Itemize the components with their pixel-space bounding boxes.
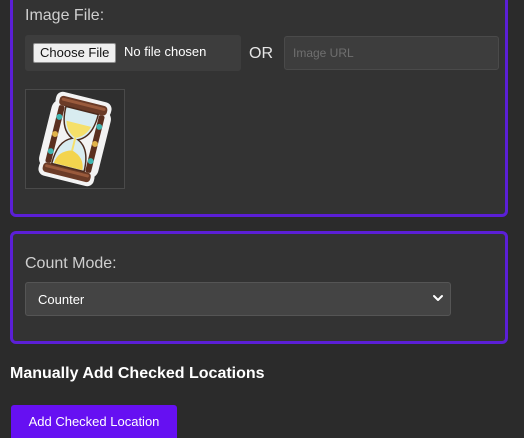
or-separator: OR [249, 45, 273, 62]
count-mode-label: Count Mode: [25, 255, 117, 272]
image-url-input[interactable] [284, 36, 499, 70]
manual-checks-heading: Manually Add Checked Locations [10, 365, 265, 382]
image-file-panel: Image File: Choose File No file chosen O… [10, 0, 508, 217]
count-mode-panel: Count Mode: Counter [10, 231, 508, 344]
file-status-text: No file chosen [124, 44, 207, 59]
file-input[interactable]: Choose File No file chosen [25, 35, 241, 71]
choose-file-button[interactable]: Choose File [33, 43, 117, 63]
hourglass-icon [38, 91, 112, 187]
count-mode-selected-value: Counter [38, 292, 85, 307]
image-file-label: Image File: [25, 7, 105, 24]
image-preview [25, 89, 125, 189]
add-checked-location-button[interactable]: Add Checked Location [11, 405, 177, 438]
count-mode-select[interactable]: Counter [25, 282, 451, 316]
chevron-down-icon [433, 295, 443, 301]
settings-page: Image File: Choose File No file chosen O… [0, 0, 524, 438]
